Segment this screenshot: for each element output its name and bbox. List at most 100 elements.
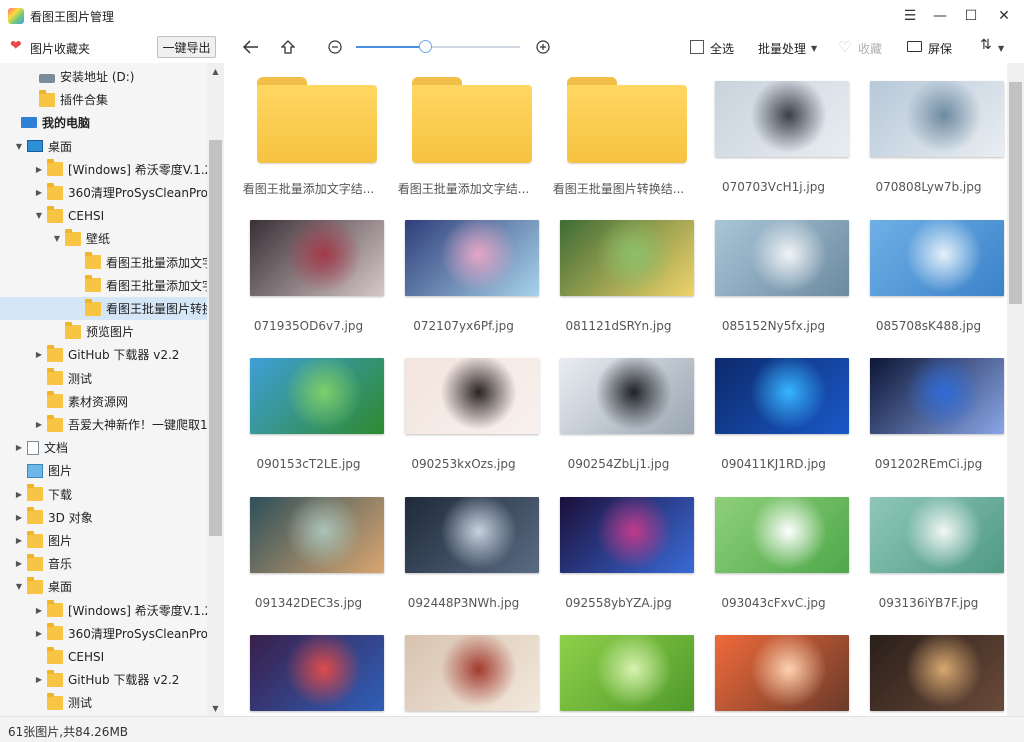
tree-item[interactable]: 看图王批量添加文字 xyxy=(0,274,207,297)
image-thumbnail[interactable] xyxy=(405,635,539,711)
tree-item[interactable]: ▶360清理ProSysCleanPro xyxy=(0,181,207,204)
select-all-checkbox[interactable] xyxy=(690,40,704,54)
image-card[interactable]: 070703VcH1j.jpg xyxy=(696,69,851,199)
collapse-arrow-icon[interactable]: ▶ xyxy=(14,559,24,568)
image-thumbnail[interactable] xyxy=(870,497,1004,573)
tree-item[interactable]: ▶GitHub 下载器 v2.2 xyxy=(0,668,207,691)
collapse-arrow-icon[interactable]: ▶ xyxy=(14,513,24,522)
sort-icon[interactable]: ⇅ xyxy=(980,37,992,53)
image-card[interactable]: 093043cFxvC.jpg xyxy=(696,485,851,615)
up-folder-icon[interactable] xyxy=(278,37,298,57)
image-thumbnail[interactable] xyxy=(715,81,849,157)
collapse-arrow-icon[interactable]: ▶ xyxy=(34,675,44,684)
image-thumbnail[interactable] xyxy=(870,635,1004,711)
tree-item[interactable]: ▶360清理ProSysCleanPro xyxy=(0,622,207,645)
image-card[interactable] xyxy=(696,623,851,716)
expand-arrow-icon[interactable]: ▼ xyxy=(34,211,44,220)
image-thumbnail[interactable] xyxy=(405,358,539,434)
sidebar-scroll-thumb[interactable] xyxy=(209,140,222,536)
image-thumbnail[interactable] xyxy=(715,358,849,434)
collapse-arrow-icon[interactable]: ▶ xyxy=(34,606,44,615)
tree-item[interactable]: ▶GitHub 下载器 v2.2 xyxy=(0,343,207,366)
image-thumbnail[interactable] xyxy=(250,220,384,296)
menu-icon[interactable]: ☰ xyxy=(900,6,920,26)
tree-item[interactable]: ▶[Windows] 希沃零度V.1.2 xyxy=(0,599,207,622)
collapse-arrow-icon[interactable]: ▶ xyxy=(34,420,44,429)
image-card[interactable]: 090253kxOzs.jpg xyxy=(386,346,541,476)
tree-item[interactable]: ▶音乐 xyxy=(0,552,207,575)
sidebar-scroll-up-icon[interactable]: ▲ xyxy=(207,63,224,79)
image-card[interactable]: 081121dSRYn.jpg xyxy=(541,208,696,338)
batch-process-button[interactable]: 批量处理 xyxy=(758,40,806,57)
tree-item[interactable]: 我的电脑 xyxy=(0,111,207,134)
image-thumbnail[interactable] xyxy=(715,635,849,711)
tree-item[interactable]: 看图王批量图片转换 xyxy=(0,297,207,320)
tree-item[interactable]: 测试 xyxy=(0,367,207,390)
expand-arrow-icon[interactable]: ▼ xyxy=(52,234,62,243)
collapse-arrow-icon[interactable]: ▶ xyxy=(34,629,44,638)
tree-item[interactable]: ▶图片 xyxy=(0,529,207,552)
folder-icon[interactable] xyxy=(567,77,687,165)
image-thumbnail[interactable] xyxy=(870,81,1004,157)
image-thumbnail[interactable] xyxy=(715,497,849,573)
tree-item[interactable]: CEHSI xyxy=(0,645,207,668)
image-card[interactable]: 091202REmCi.jpg xyxy=(851,346,1006,476)
image-card[interactable]: 070808Lyw7b.jpg xyxy=(851,69,1006,199)
expand-arrow-icon[interactable]: ▼ xyxy=(14,142,24,151)
image-card[interactable] xyxy=(541,623,696,716)
image-thumbnail[interactable] xyxy=(870,358,1004,434)
image-card[interactable] xyxy=(231,623,386,716)
image-thumbnail[interactable] xyxy=(560,358,694,434)
image-card[interactable]: 072107yx6Pf.jpg xyxy=(386,208,541,338)
collect-button[interactable]: 收藏 xyxy=(858,40,882,57)
favorites-label[interactable]: 图片收藏夹 xyxy=(30,40,90,57)
tree-item[interactable]: ▼CEHSI xyxy=(0,204,207,227)
tree-item[interactable]: 测试 xyxy=(0,691,207,714)
folder-card[interactable]: 看图王批量添加文字结... xyxy=(231,69,386,199)
image-card[interactable]: 091342DEC3s.jpg xyxy=(231,485,386,615)
image-thumbnail[interactable] xyxy=(870,220,1004,296)
heart-icon[interactable]: ❤ xyxy=(10,39,22,53)
tree-item[interactable]: ▼桌面 xyxy=(0,575,207,598)
zoom-out-icon[interactable] xyxy=(325,37,345,57)
collapse-arrow-icon[interactable]: ▶ xyxy=(14,443,24,452)
tree-item[interactable]: 插件合集 xyxy=(0,88,207,111)
image-card[interactable]: 071935OD6v7.jpg xyxy=(231,208,386,338)
image-card[interactable]: 085152Ny5fx.jpg xyxy=(696,208,851,338)
image-card[interactable]: 085708sK488.jpg xyxy=(851,208,1006,338)
image-thumbnail[interactable] xyxy=(560,220,694,296)
image-thumbnail[interactable] xyxy=(560,635,694,711)
image-card[interactable]: 090411KJ1RD.jpg xyxy=(696,346,851,476)
tree-item[interactable]: 安装地址 (D:) xyxy=(0,65,207,88)
zoom-slider[interactable] xyxy=(356,46,520,48)
minimize-icon[interactable]: — xyxy=(930,6,950,26)
sidebar-scroll-down-icon[interactable]: ▼ xyxy=(207,700,224,716)
close-icon[interactable]: ✕ xyxy=(994,6,1014,26)
tree-item[interactable]: ▼壁纸 xyxy=(0,227,207,250)
folder-icon[interactable] xyxy=(257,77,377,165)
tree-item[interactable]: 素材资源网 xyxy=(0,390,207,413)
tree-item[interactable]: 看图王批量添加文字 xyxy=(0,251,207,274)
image-card[interactable]: 092448P3NWh.jpg xyxy=(386,485,541,615)
select-all-label[interactable]: 全选 xyxy=(710,40,734,57)
image-thumbnail[interactable] xyxy=(560,497,694,573)
chevron-down-icon[interactable]: ▼ xyxy=(811,44,817,53)
back-arrow-icon[interactable] xyxy=(241,37,261,57)
collapse-arrow-icon[interactable]: ▶ xyxy=(14,490,24,499)
tree-item[interactable]: 预览图片 xyxy=(0,320,207,343)
expand-arrow-icon[interactable]: ▼ xyxy=(14,582,24,591)
collapse-arrow-icon[interactable]: ▶ xyxy=(34,350,44,359)
tree-item[interactable]: 图片 xyxy=(0,459,207,482)
sort-chevron-down-icon[interactable]: ▼ xyxy=(998,44,1004,53)
image-card[interactable] xyxy=(851,623,1006,716)
image-card[interactable]: 090153cT2LE.jpg xyxy=(231,346,386,476)
zoom-in-icon[interactable] xyxy=(533,37,553,57)
tree-item[interactable]: ▶吾爱大神新作！一键爬取1 xyxy=(0,413,207,436)
collapse-arrow-icon[interactable]: ▶ xyxy=(34,188,44,197)
folder-icon[interactable] xyxy=(412,77,532,165)
collect-heart-icon[interactable]: ♡ xyxy=(838,38,851,56)
collapse-arrow-icon[interactable]: ▶ xyxy=(34,165,44,174)
screensaver-button[interactable]: 屏保 xyxy=(928,40,952,57)
image-card[interactable]: 090254ZbLj1.jpg xyxy=(541,346,696,476)
image-thumbnail[interactable] xyxy=(250,358,384,434)
